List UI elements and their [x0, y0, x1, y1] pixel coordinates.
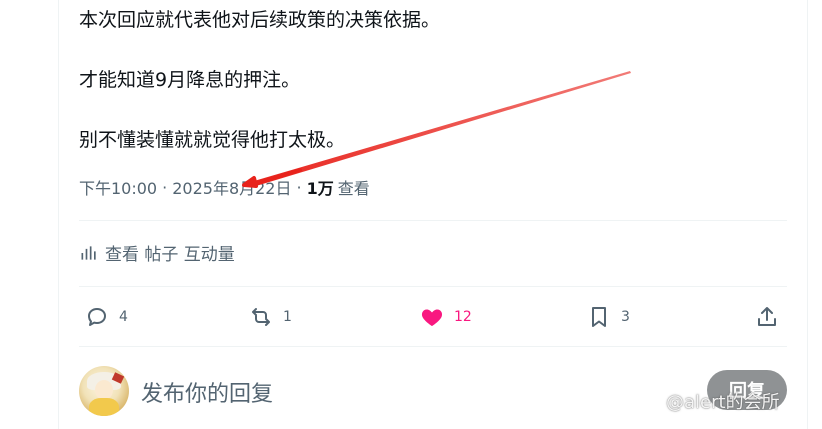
bookmark-count: 3 [621, 309, 630, 325]
bookmark-icon [592, 307, 606, 327]
reply-input[interactable]: 发布你的回复 [141, 376, 273, 408]
analytics-icon [81, 245, 96, 260]
tweet-text-line: 别不懂装懂就就觉得他打太极。 [79, 129, 346, 151]
reply-icon [88, 308, 106, 326]
tweet-time[interactable]: 下午10:00 [79, 175, 157, 199]
tweet-text-line: 才能知道9月降息的押注。 [79, 69, 301, 91]
retweet-count: 1 [283, 309, 292, 325]
meta-separator: · [296, 177, 302, 197]
reply-button[interactable]: 4 [85, 296, 128, 338]
tweet-date[interactable]: 2025年8月22日 [172, 175, 291, 199]
retweet-button[interactable]: 1 [249, 296, 292, 338]
tweet-text-line: 本次回应就代表他对后续政策的决策依据。 [79, 9, 441, 31]
retweet-icon [252, 308, 270, 326]
tweet-metadata: 下午10:00 · 2025年8月22日 · 1万 查看 [79, 175, 370, 199]
heart-icon [421, 309, 443, 326]
watermark-text: @alert的会所 [666, 392, 780, 413]
reply-count: 4 [119, 309, 128, 325]
engagements-label: 查看 帖子 互动量 [105, 245, 235, 265]
meta-separator: · [162, 177, 168, 197]
bookmark-button[interactable]: 3 [587, 296, 630, 338]
avatar[interactable] [79, 366, 129, 416]
views-label: 查看 [337, 179, 370, 198]
views-count: 1万 [306, 179, 334, 198]
like-button[interactable]: 12 [420, 296, 472, 338]
watermark: @alert的会所 [640, 388, 780, 414]
share-button[interactable] [755, 296, 779, 338]
view-engagements-link[interactable]: 查看 帖子 互动量 [79, 240, 235, 265]
divider [79, 286, 787, 287]
like-count: 12 [454, 309, 472, 325]
share-icon [758, 307, 776, 326]
divider [79, 346, 787, 347]
watermark-logo-icon [640, 390, 662, 412]
divider [79, 220, 787, 221]
tweet-action-bar: 4 1 12 3 [79, 296, 787, 338]
